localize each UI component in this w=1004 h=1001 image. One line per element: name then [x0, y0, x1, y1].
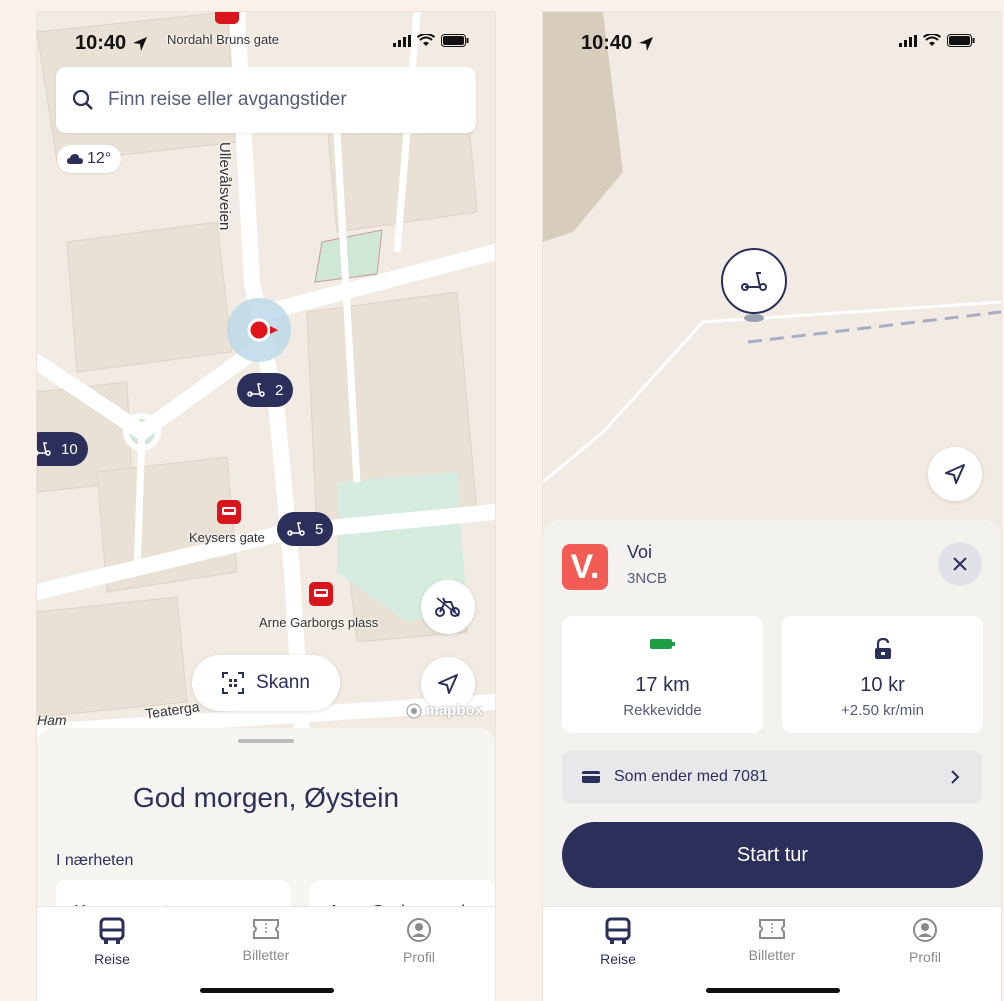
tab-label: Profil	[403, 949, 435, 965]
close-icon	[953, 557, 967, 571]
street-label: Nordahl Bruns gate	[167, 32, 280, 47]
tab-label: Billetter	[748, 947, 796, 963]
credit-card-icon	[582, 771, 600, 783]
street-label: Ullevålsveien	[216, 142, 233, 231]
home-indicator	[706, 988, 840, 993]
tab-reise[interactable]: Reise	[568, 917, 668, 967]
tab-reise[interactable]: Reise	[62, 917, 162, 967]
scooter-icon	[741, 272, 767, 291]
status-icons	[393, 34, 469, 47]
scooter-count: 2	[275, 381, 284, 399]
temperature: 12°	[87, 150, 112, 167]
ticket-icon	[253, 919, 279, 939]
bus-stop-marker[interactable]	[217, 500, 241, 524]
tab-label: Profil	[909, 949, 941, 965]
operator-name: Voi	[627, 542, 653, 562]
nearby-heading: I nærheten	[56, 852, 134, 869]
range-card: 17 km Rekkevidde	[562, 616, 763, 733]
scan-button[interactable]: Skann	[192, 655, 340, 711]
price-card: 10 kr +2.50 kr/min	[782, 616, 983, 733]
voi-logo: V.	[562, 544, 608, 590]
bus-icon	[99, 917, 125, 944]
qr-scan-icon	[222, 672, 245, 694]
unlock-icon	[782, 638, 983, 660]
mobility-filter-button[interactable]	[421, 580, 475, 634]
tab-profil[interactable]: Profil	[875, 917, 975, 965]
ticket-icon	[759, 919, 785, 939]
location-arrow-icon	[133, 36, 148, 51]
pin-shadow	[744, 314, 764, 322]
selected-scooter-pin[interactable]	[721, 248, 787, 314]
scooter-icon	[37, 442, 51, 456]
stop-label: Keysers gate	[189, 530, 265, 545]
phone-screen-map: Nordahl Bruns gate Ullevålsveien Teaterg…	[37, 12, 495, 1001]
price-value: 10 kr	[860, 674, 905, 696]
search-placeholder: Finn reise eller avgangstider	[108, 89, 347, 110]
status-time: 10:40	[75, 32, 148, 55]
bus-stop-marker[interactable]	[309, 582, 333, 606]
search-icon	[72, 89, 93, 110]
tab-label: Reise	[600, 951, 636, 967]
street-label: Ham	[37, 712, 67, 728]
signal-icon	[393, 34, 411, 47]
start-trip-button[interactable]: Start tur	[562, 822, 983, 888]
scooter-count: 5	[315, 520, 324, 538]
status-time: 10:40	[581, 32, 654, 55]
wifi-icon	[417, 34, 435, 46]
vehicle-code: 3NCB	[627, 570, 668, 587]
scooter-count: 10	[61, 440, 78, 458]
bus-icon	[314, 589, 328, 597]
payment-label: Som ender med 7081	[614, 768, 768, 785]
payment-method-selector[interactable]: Som ender med 7081	[562, 751, 982, 803]
my-location-button[interactable]	[928, 447, 982, 501]
navigation-arrow-icon	[945, 464, 965, 484]
home-indicator	[200, 988, 334, 993]
status-time-text: 10:40	[75, 32, 127, 54]
cloud-icon	[67, 154, 83, 164]
range-value: 17 km	[635, 674, 690, 696]
range-label: Rekkevidde	[623, 702, 702, 719]
scooter-cluster[interactable]: 5	[277, 512, 334, 546]
tab-label: Billetter	[242, 947, 290, 963]
phone-screen-scooter: 10:40 V. Voi 3NCB 17 km Rekkevidde 10 kr…	[543, 12, 1001, 1001]
tab-label: Reise	[94, 951, 130, 967]
scooter-icon	[287, 522, 305, 536]
battery-icon	[441, 34, 469, 47]
profile-icon	[913, 918, 937, 942]
close-button[interactable]	[938, 542, 982, 586]
scooter-cluster[interactable]: 2	[237, 373, 294, 407]
battery-icon	[947, 34, 975, 47]
navigation-arrow-icon	[438, 674, 458, 694]
sheet-handle[interactable]	[238, 739, 294, 743]
search-bar[interactable]: Finn reise eller avgangstider	[56, 67, 476, 133]
weather-badge: 12°	[57, 145, 122, 173]
profile-icon	[407, 918, 431, 942]
stop-label: Arne Garborgs plass	[259, 615, 379, 630]
scan-label: Skann	[256, 672, 310, 693]
bus-icon	[605, 917, 631, 944]
price-per-minute: +2.50 kr/min	[841, 702, 924, 719]
tab-bar: Reise Billetter Profil	[543, 906, 1001, 1001]
greeting: God morgen, Øystein	[132, 782, 400, 813]
mapbox-logo-icon	[406, 703, 422, 718]
bus-icon	[222, 507, 236, 515]
mapbox-text: mapbox	[425, 702, 483, 719]
scooter-icon	[247, 383, 265, 397]
wifi-icon	[923, 34, 941, 46]
bus-stop-marker[interactable]	[215, 12, 239, 24]
chevron-right-icon	[951, 770, 960, 784]
tab-billetter[interactable]: Billetter	[216, 917, 316, 963]
scooter-cluster[interactable]: 10	[37, 432, 88, 466]
location-arrow-icon	[639, 36, 654, 51]
tab-bar: Reise Billetter Profil	[37, 906, 495, 1001]
mapbox-attribution[interactable]: mapbox	[406, 702, 483, 719]
status-icons	[899, 34, 975, 47]
signal-icon	[899, 34, 917, 47]
bike-scooter-icon	[435, 597, 460, 617]
tab-billetter[interactable]: Billetter	[722, 917, 822, 963]
battery-level-icon	[562, 638, 763, 650]
tab-profil[interactable]: Profil	[369, 917, 469, 965]
status-time-text: 10:40	[581, 32, 633, 54]
